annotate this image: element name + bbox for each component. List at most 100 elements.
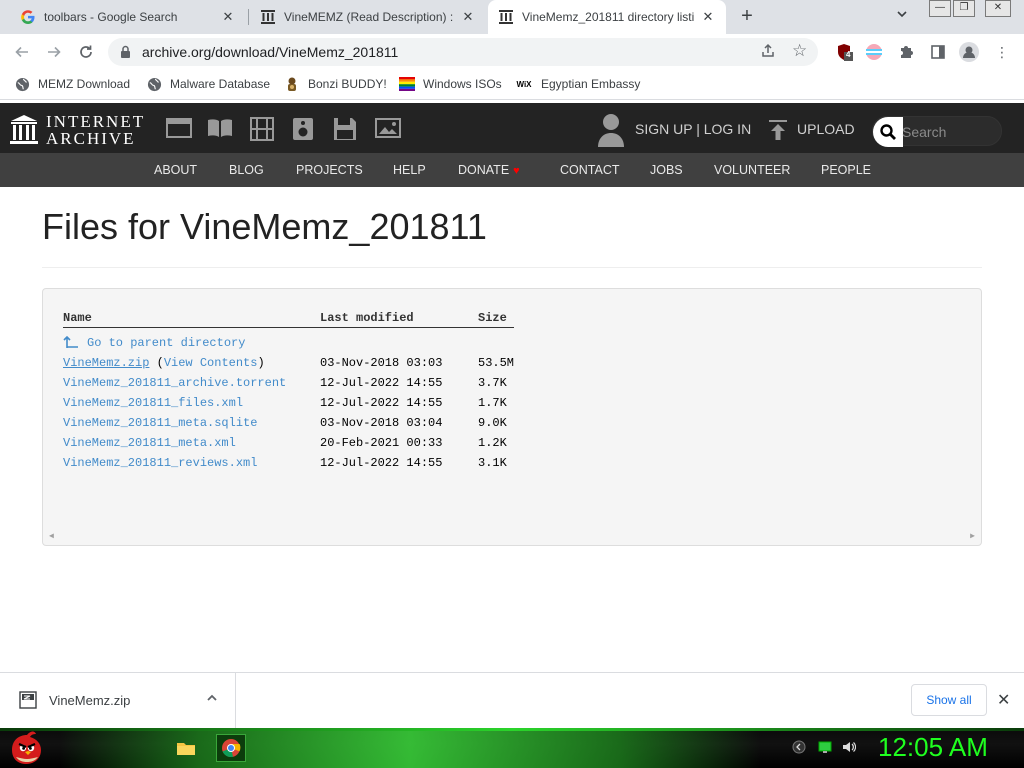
bookmark-star-icon[interactable]: ☆ [792, 41, 807, 61]
start-button-angry-bird-icon[interactable] [6, 730, 46, 768]
restore-button[interactable]: ❐ [953, 0, 975, 17]
ublock-extension-icon[interactable]: 4 [834, 42, 854, 62]
texts-book-icon[interactable] [207, 117, 233, 141]
chrome-taskbar-icon[interactable] [216, 734, 246, 762]
show-all-button[interactable]: Show all [911, 684, 987, 716]
scroll-left-icon[interactable]: ◀ [49, 531, 54, 541]
nav-volunteer[interactable]: VOLUNTEER [714, 163, 790, 177]
ia-logo[interactable]: INTERNET ARCHIVE [10, 113, 145, 147]
menu-kebab-icon[interactable]: ⋮ [992, 42, 1012, 62]
nav-jobs[interactable]: JOBS [650, 163, 683, 177]
ia-temple-icon [10, 115, 38, 144]
globe-icon [146, 76, 162, 92]
tab-directory-listing[interactable]: VineMemz_201811 directory listi ✕ [488, 0, 726, 34]
view-contents-open: ( [149, 356, 164, 370]
tab-strip: toolbars - Google Search ✕ VineMEMZ (Rea… [0, 0, 1024, 34]
signup-login-link[interactable]: SIGN UP | LOG IN [635, 121, 751, 137]
network-icon[interactable] [818, 740, 832, 754]
forward-button[interactable] [42, 40, 66, 64]
tab-search-chevron-icon[interactable] [896, 8, 908, 23]
bookmark-bonzi-buddy[interactable]: Bonzi BUDDY! [284, 76, 387, 92]
nav-projects[interactable]: PROJECTS [296, 163, 363, 177]
minimize-button[interactable]: — [929, 0, 951, 17]
color-extension-icon[interactable] [864, 42, 884, 62]
close-icon[interactable]: ✕ [460, 9, 476, 25]
heart-icon: ♥ [513, 165, 520, 177]
tab-title: VineMemz_201811 directory listi [522, 10, 694, 24]
download-item[interactable]: VineMemz.zip [0, 673, 236, 728]
share-icon[interactable] [760, 43, 776, 62]
chevron-up-icon[interactable] [206, 693, 218, 706]
table-row: VineMemz_201811_meta.xml 20-Feb-2021 00:… [43, 436, 983, 456]
side-panel-icon[interactable] [928, 42, 948, 62]
video-film-icon[interactable] [249, 117, 275, 141]
nav-help[interactable]: HELP [393, 163, 426, 177]
file-size: 3.1K [478, 456, 507, 470]
tray-chevron-icon[interactable] [792, 740, 806, 754]
upload-icon[interactable] [768, 119, 788, 146]
profile-avatar-icon[interactable] [959, 42, 979, 62]
file-size: 1.2K [478, 436, 507, 450]
column-header-name: Name [63, 311, 92, 325]
bookmark-malware-database[interactable]: Malware Database [146, 76, 270, 92]
tab-title: toolbars - Google Search [44, 10, 178, 24]
zip-file-icon [19, 691, 37, 709]
lock-icon[interactable] [120, 45, 131, 64]
file-link[interactable]: VineMemz.zip [63, 356, 149, 370]
taskbar-glow [60, 728, 760, 768]
tab-vinememz-description[interactable]: VineMEMZ (Read Description) : F ✕ [250, 0, 486, 34]
ia-search-input[interactable] [902, 122, 992, 142]
nav-people[interactable]: PEOPLE [821, 163, 871, 177]
view-contents-link[interactable]: View Contents [164, 356, 258, 370]
file-link[interactable]: VineMemz_201811_meta.sqlite [63, 416, 257, 430]
upload-link[interactable]: UPLOAD [797, 121, 855, 137]
audio-speaker-icon[interactable] [292, 117, 318, 141]
scroll-right-icon[interactable]: ▶ [970, 531, 975, 541]
parent-directory-link[interactable]: Go to parent directory [87, 336, 245, 350]
tab-separator [248, 9, 249, 25]
address-bar[interactable]: archive.org/download/VineMemz_201811 ☆ [108, 38, 818, 66]
close-icon[interactable]: ✕ [700, 9, 716, 25]
column-header-modified: Last modified [320, 311, 414, 325]
bookmarks-bar: MEMZ Download Malware Database Bonzi BUD… [0, 70, 1024, 100]
page-title: Files for VineMemz_201811 [42, 206, 487, 247]
file-explorer-icon[interactable] [172, 734, 200, 762]
close-icon[interactable]: ✕ [220, 9, 236, 25]
window-close-button[interactable]: ✕ [985, 0, 1011, 17]
back-button[interactable] [10, 40, 34, 64]
bookmark-memz-download[interactable]: MEMZ Download [14, 76, 130, 92]
file-link[interactable]: VineMemz_201811_files.xml [63, 396, 243, 410]
bookmark-label: Egyptian Embassy [541, 77, 641, 91]
new-tab-button[interactable]: + [736, 6, 758, 28]
bookmark-egyptian-embassy[interactable]: WiX Egyptian Embassy [515, 76, 640, 92]
nav-contact[interactable]: CONTACT [560, 163, 620, 177]
tab-google-search[interactable]: toolbars - Google Search ✕ [10, 0, 246, 34]
close-icon[interactable]: ✕ [997, 690, 1010, 710]
file-link[interactable]: VineMemz_201811_reviews.xml [63, 456, 257, 470]
search-icon[interactable] [873, 117, 903, 147]
horizontal-scrollbar[interactable]: ◀ ▶ [43, 527, 981, 545]
bookmark-windows-isos[interactable]: Windows ISOs [399, 76, 502, 92]
taskbar-clock[interactable]: 12:05 AM [878, 732, 988, 763]
file-link[interactable]: VineMemz_201811_archive.torrent [63, 376, 286, 390]
extensions-puzzle-icon[interactable] [896, 42, 916, 62]
reload-button[interactable] [74, 40, 98, 64]
ia-logo-line2: ARCHIVE [46, 129, 136, 148]
nav-about[interactable]: ABOUT [154, 163, 197, 177]
url-text[interactable]: archive.org/download/VineMemz_201811 [142, 44, 398, 60]
web-icon[interactable] [166, 117, 192, 141]
parent-up-arrow-icon[interactable] [63, 335, 79, 353]
nav-donate[interactable]: DONATE ♥ [458, 163, 520, 177]
user-icon[interactable] [596, 113, 626, 152]
file-link[interactable]: VineMemz_201811_meta.xml [63, 436, 236, 450]
software-floppy-icon[interactable] [333, 117, 359, 141]
nav-blog[interactable]: BLOG [229, 163, 264, 177]
volume-icon[interactable] [842, 740, 857, 754]
browser-toolbar: archive.org/download/VineMemz_201811 ☆ 4… [0, 34, 1024, 70]
nav-donate-label: DONATE [458, 163, 510, 177]
extension-badge: 4 [846, 50, 851, 59]
ia-search-box[interactable] [872, 116, 1002, 147]
images-icon[interactable] [375, 117, 401, 141]
ia-logo-line1: INTERNET [46, 112, 146, 131]
file-size: 53.5M [478, 356, 515, 370]
